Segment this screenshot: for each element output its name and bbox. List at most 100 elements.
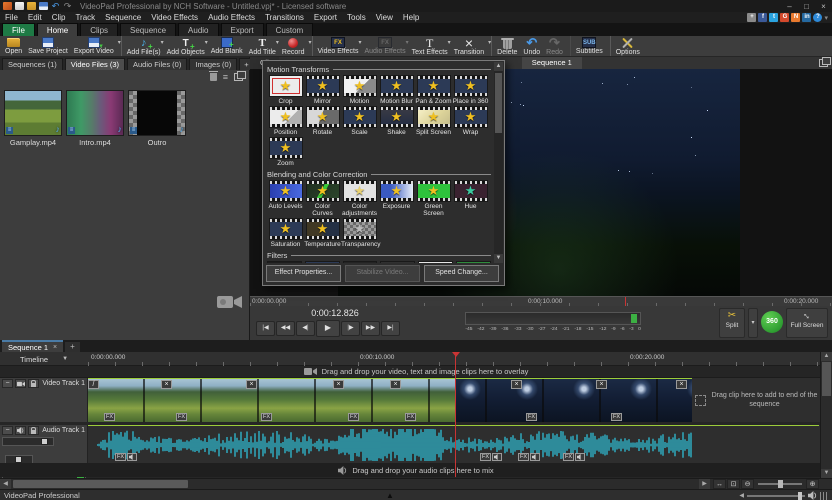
- transport-button[interactable]: ▶: [316, 320, 340, 337]
- toolbar-button[interactable]: ▾ Open: [2, 36, 25, 56]
- toolbar-button[interactable]: ▾ Subtitles: [573, 36, 611, 56]
- effect-thumbnail[interactable]: ★: [306, 75, 340, 97]
- clip-menu-icon[interactable]: ≡: [6, 127, 13, 134]
- social-icon[interactable]: N: [791, 13, 800, 22]
- effect-thumbnail[interactable]: ★: [343, 106, 377, 128]
- toolbar-button[interactable]: ▾ Save Project: [25, 36, 71, 56]
- scrollbar-thumb[interactable]: [822, 362, 831, 396]
- toolbar-button[interactable]: ▾ Add Objects: [164, 36, 208, 56]
- new-project-icon[interactable]: [15, 2, 24, 10]
- effect-thumbnail[interactable]: ★: [454, 180, 488, 202]
- effect-item[interactable]: ★ Auto Levels: [267, 180, 304, 217]
- open-quick-icon[interactable]: [27, 2, 36, 10]
- effect-thumbnail[interactable]: ★: [306, 218, 340, 240]
- effect-thumbnail[interactable]: [267, 261, 302, 263]
- slider-thumb[interactable]: [778, 480, 783, 488]
- popup-button[interactable]: Stabilize Video...: [345, 265, 420, 282]
- effect-item[interactable]: ★ Green Screen: [415, 180, 452, 217]
- social-icon[interactable]: f: [758, 13, 767, 22]
- effect-item[interactable]: ★ Exposure: [378, 180, 415, 217]
- view-360-button[interactable]: 360: [761, 311, 783, 333]
- ribbon-tab[interactable]: File: [2, 23, 35, 36]
- social-icon[interactable]: G: [780, 13, 789, 22]
- toolbar-button[interactable]: ▾ Add Title: [246, 36, 279, 56]
- volume-badge[interactable]: [530, 453, 540, 461]
- scroll-right-icon[interactable]: ▶: [699, 479, 710, 489]
- effects-scrollbar[interactable]: ▲ ▼: [494, 62, 503, 263]
- toolbar-button[interactable]: ▾ Add Blank: [208, 36, 246, 56]
- effect-thumbnail[interactable]: ★: [343, 218, 377, 240]
- fx-badge[interactable]: FX: [480, 453, 491, 461]
- effect-item[interactable]: ★ Zoom: [267, 137, 304, 167]
- slider-thumb[interactable]: [798, 492, 802, 500]
- chevron-down-icon[interactable]: ▾: [488, 39, 491, 46]
- fit-timeline-button[interactable]: ↔: [713, 479, 726, 489]
- zoom-slider[interactable]: [758, 483, 802, 485]
- fx-badge[interactable]: FX: [526, 413, 537, 421]
- close-icon[interactable]: ×: [53, 344, 57, 351]
- transport-button[interactable]: ◀◀: [276, 321, 295, 336]
- volume-slider[interactable]: [2, 437, 54, 446]
- fullscreen-button[interactable]: ↔ Full Screen: [786, 308, 828, 338]
- menu-item[interactable]: Track: [70, 12, 100, 23]
- lock-track-button[interactable]: [28, 426, 39, 435]
- effect-thumbnail[interactable]: ★: [269, 218, 303, 240]
- video-clip-strip[interactable]: /××××××× FXFXFXFXFXFXFX: [88, 378, 692, 422]
- effect-thumbnail[interactable]: [343, 261, 378, 263]
- close-button[interactable]: ×: [815, 1, 832, 12]
- zoom-in-button[interactable]: ⊕: [806, 479, 819, 489]
- toolbar-button[interactable]: ▾ Delete: [494, 36, 520, 56]
- chevron-down-icon[interactable]: ▾: [118, 39, 121, 46]
- transport-button[interactable]: ▶|: [381, 321, 400, 336]
- effect-thumbnail[interactable]: ★: [454, 106, 488, 128]
- menu-item[interactable]: Transitions: [260, 12, 309, 23]
- transition-badge[interactable]: ×: [246, 380, 257, 389]
- effect-item[interactable]: ★ Scale: [341, 106, 378, 136]
- scroll-up-icon[interactable]: ▲: [494, 62, 503, 71]
- vertical-scrollbar[interactable]: ▲ ▼: [820, 352, 832, 478]
- effect-item[interactable]: ★ Motion Blur: [378, 75, 415, 105]
- effect-thumbnail[interactable]: ★: [269, 75, 303, 97]
- scroll-left-icon[interactable]: ◀: [0, 479, 11, 489]
- effect-thumbnail[interactable]: ★: [269, 180, 303, 202]
- effect-thumbnail[interactable]: ★: [454, 75, 488, 97]
- transition-badge[interactable]: ×: [676, 380, 687, 389]
- volume-min-icon[interactable]: ◀: [739, 492, 744, 499]
- transition-badge[interactable]: ×: [511, 380, 522, 389]
- transition-badge[interactable]: ×: [390, 380, 401, 389]
- effect-thumbnail[interactable]: ★: [306, 180, 340, 202]
- effect-thumbnail[interactable]: ★: [269, 106, 303, 128]
- ribbon-tab[interactable]: Export: [221, 23, 264, 36]
- effect-item[interactable]: ★ Rotate: [304, 106, 341, 136]
- collapse-track-button[interactable]: −: [2, 426, 13, 435]
- collapse-track-button[interactable]: −: [2, 379, 13, 388]
- effect-item[interactable]: ★ Temperature: [304, 218, 341, 248]
- toolbar-button[interactable]: ▾ Text Effects: [409, 36, 451, 56]
- effect-item[interactable]: ★ Split Screen: [415, 106, 452, 136]
- popup-button[interactable]: Speed Change...: [424, 265, 499, 282]
- scroll-down-icon[interactable]: ▼: [494, 254, 503, 263]
- fx-badge[interactable]: FX: [261, 413, 272, 421]
- zoom-selection-button[interactable]: ⊡: [727, 479, 740, 489]
- media-bin-tab[interactable]: Audio Files (0): [127, 58, 187, 70]
- effect-item[interactable]: ★ Crop: [267, 75, 304, 105]
- effect-item[interactable]: ★ Transparency: [341, 218, 378, 248]
- effect-item[interactable]: ★ Mirror: [304, 75, 341, 105]
- effect-thumbnail[interactable]: ★: [269, 137, 303, 159]
- list-view-icon[interactable]: ≡: [223, 72, 228, 82]
- menu-item[interactable]: View: [371, 12, 398, 23]
- effect-item[interactable]: ★ Wrap: [452, 106, 489, 136]
- effect-item[interactable]: ★ Position: [267, 106, 304, 136]
- effect-thumbnail[interactable]: ★: [306, 106, 340, 128]
- split-dropdown[interactable]: ▾: [748, 308, 758, 338]
- toolbar-button[interactable]: ▾ Redo: [543, 36, 571, 56]
- volume-badge[interactable]: [127, 453, 137, 461]
- scrollbar-thumb[interactable]: [13, 480, 188, 488]
- media-item[interactable]: ≡ ♪ Intro.mp4: [65, 90, 125, 147]
- transition-badge[interactable]: /: [88, 380, 99, 389]
- fx-badge[interactable]: FX: [611, 413, 622, 421]
- transition-badge[interactable]: ×: [161, 380, 172, 389]
- menu-item[interactable]: Tools: [342, 12, 371, 23]
- fx-badge[interactable]: FX: [104, 413, 115, 421]
- effect-item[interactable]: ★ Place in 360: [452, 75, 489, 105]
